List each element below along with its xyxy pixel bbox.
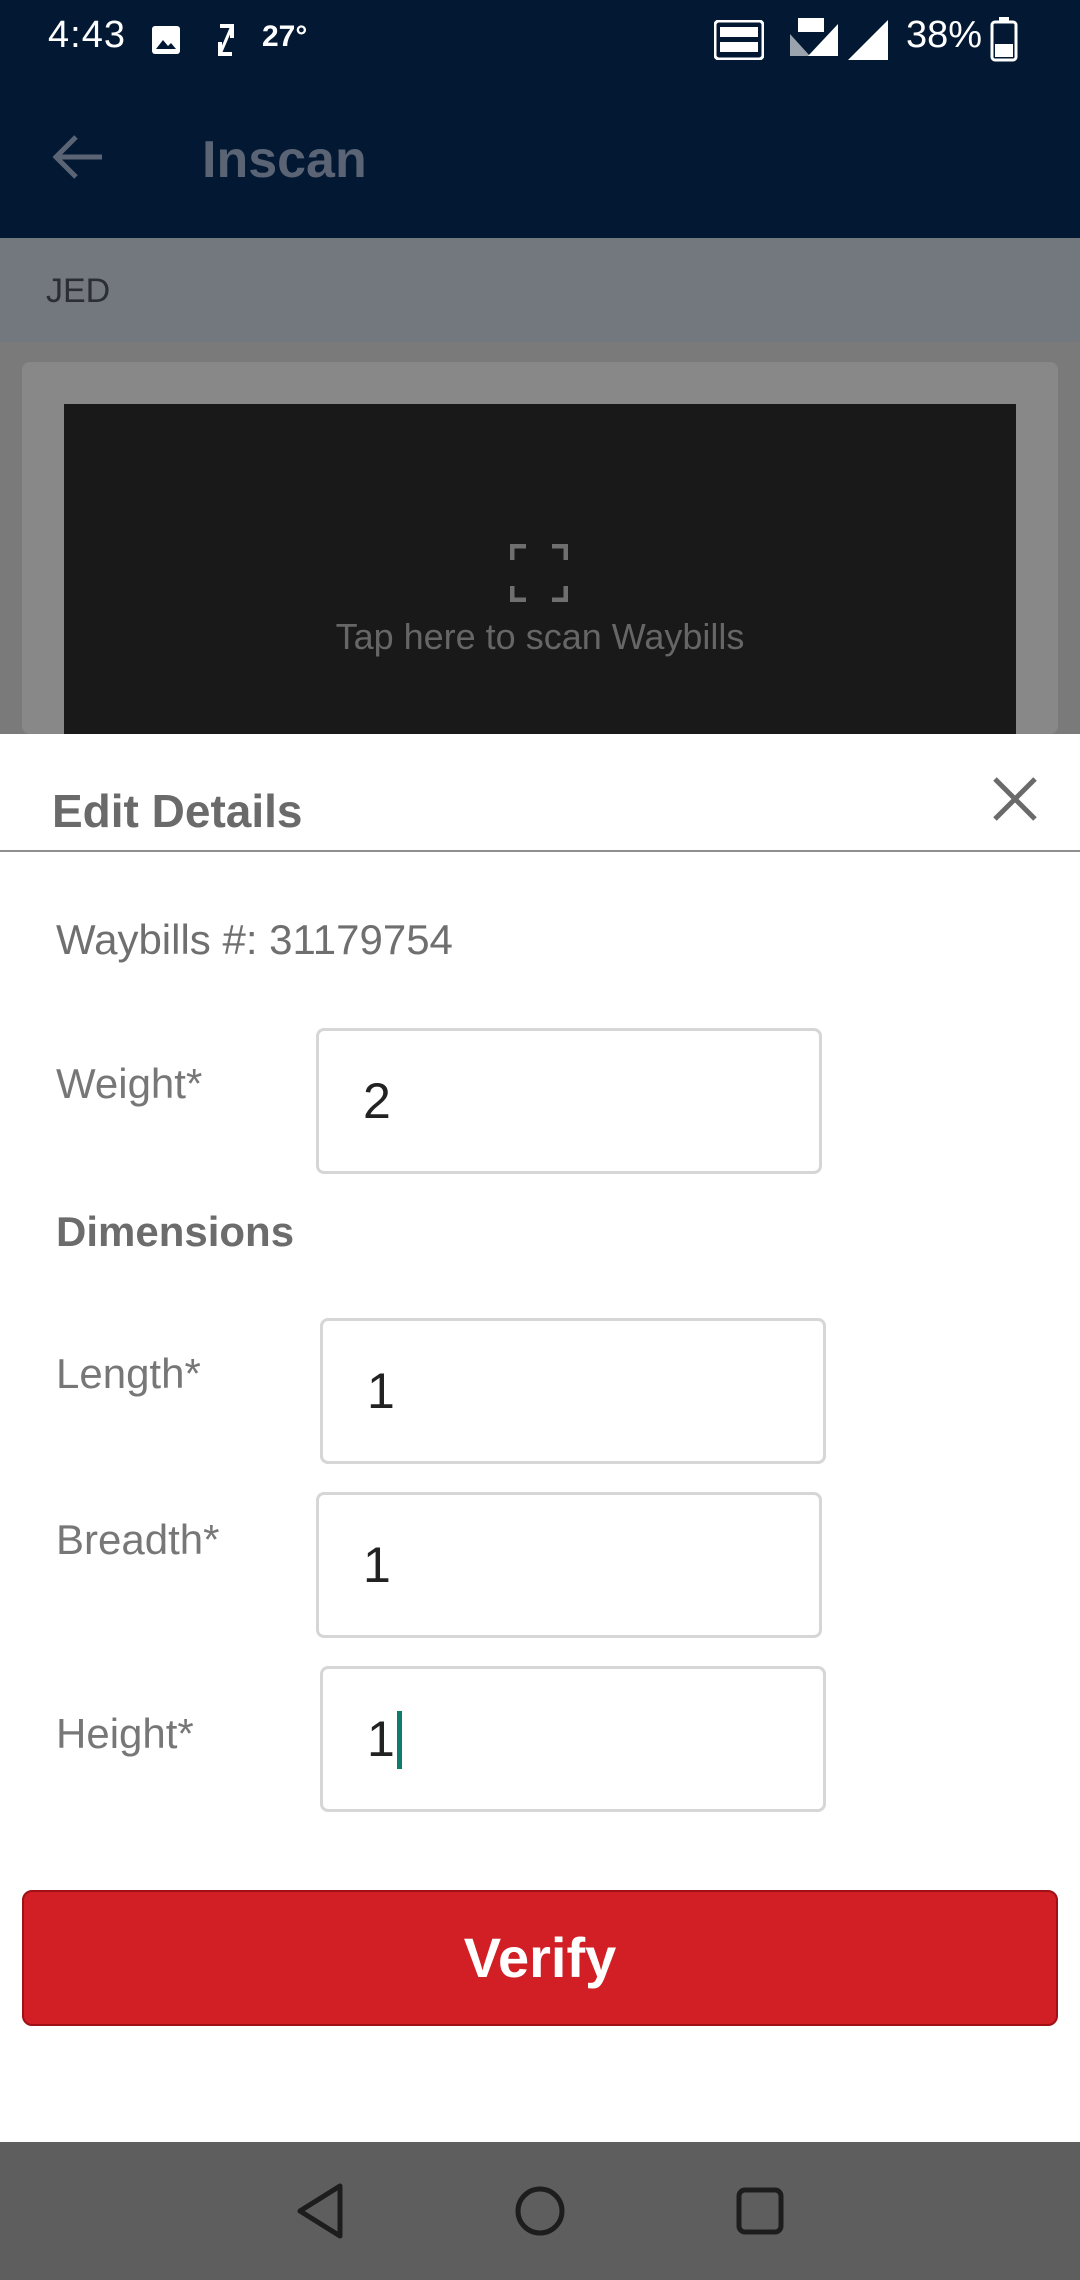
length-label: Length* bbox=[56, 1350, 201, 1397]
waybill-number: Waybills #: 31179754 bbox=[56, 916, 453, 963]
dimensions-heading: Dimensions bbox=[56, 1208, 295, 1255]
signal-icon bbox=[848, 20, 888, 60]
status-battery-percent: 38% bbox=[906, 14, 983, 56]
breadth-value: 1 bbox=[363, 1537, 391, 1593]
weight-value: 2 bbox=[363, 1073, 391, 1129]
back-button[interactable] bbox=[36, 112, 126, 202]
sync-icon bbox=[218, 24, 234, 56]
weight-field[interactable]: 2 bbox=[316, 1028, 822, 1174]
page-title: Inscan bbox=[202, 131, 367, 189]
weight-label: Weight* bbox=[56, 1060, 203, 1107]
status-time: 4:43 bbox=[48, 14, 126, 56]
location-band: JED bbox=[0, 238, 1080, 342]
scan-label: Tap here to scan Waybills bbox=[335, 616, 745, 657]
recents-square-icon[interactable] bbox=[725, 2176, 795, 2246]
scan-frame-icon bbox=[510, 544, 568, 602]
height-value-wrapper: 1 bbox=[367, 1711, 402, 1769]
back-triangle-icon[interactable] bbox=[286, 2176, 356, 2246]
length-field[interactable]: 1 bbox=[320, 1318, 826, 1464]
breadth-label: Breadth* bbox=[56, 1516, 220, 1563]
height-field[interactable]: 1 bbox=[320, 1666, 826, 1812]
text-caret bbox=[396, 1711, 402, 1769]
sheet-title: Edit Details bbox=[52, 785, 303, 837]
verify-label: Verify bbox=[463, 1926, 617, 1989]
volte-icon bbox=[714, 20, 764, 60]
arrow-left-icon bbox=[52, 135, 102, 179]
4g-icon bbox=[790, 18, 838, 56]
edit-details-sheet: Edit Details Waybills #: 31179754 Weight… bbox=[0, 734, 1080, 2142]
height-value: 1 bbox=[367, 1711, 395, 1767]
screen: 4:43 27° 38% Inscan JED Tap here to scan… bbox=[0, 0, 1080, 2280]
height-label: Height* bbox=[56, 1710, 194, 1757]
sheet-divider bbox=[0, 850, 1080, 852]
verify-button[interactable]: Verify bbox=[22, 1890, 1058, 2026]
system-nav-bar bbox=[0, 2142, 1080, 2280]
gallery-icon bbox=[152, 26, 180, 54]
location-label: JED bbox=[46, 272, 111, 310]
battery-icon bbox=[990, 17, 1018, 62]
length-value: 1 bbox=[367, 1363, 395, 1419]
close-button[interactable] bbox=[980, 764, 1050, 834]
status-bar: 4:43 27° 38% bbox=[0, 0, 1080, 80]
breadth-field[interactable]: 1 bbox=[316, 1492, 822, 1638]
app-bar: Inscan bbox=[0, 80, 1080, 238]
close-icon bbox=[993, 777, 1037, 821]
status-temperature: 27° bbox=[262, 20, 308, 53]
home-circle-icon[interactable] bbox=[505, 2176, 575, 2246]
